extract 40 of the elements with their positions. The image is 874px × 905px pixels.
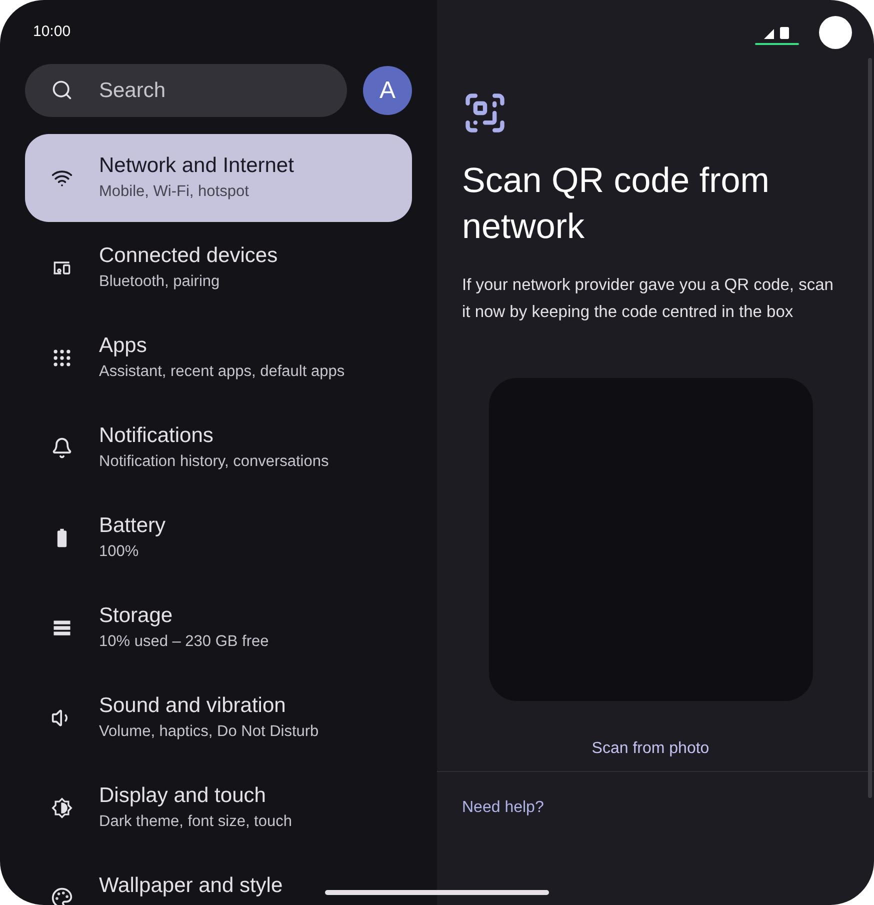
item-title: Connected devices [99, 243, 278, 269]
item-subtitle: Volume, haptics, Do Not Disturb [99, 722, 319, 742]
item-title: Wallpaper and style [99, 873, 283, 899]
item-title: Apps [99, 333, 148, 359]
settings-item[interactable]: Battery 100% [25, 494, 412, 582]
search-icon [51, 79, 73, 101]
item-subtitle: Notification history, conversations [99, 452, 329, 472]
grid-icon [51, 347, 73, 369]
item-subtitle: 100% [99, 542, 140, 562]
scan-from-photo-link[interactable]: Scan from photo [592, 737, 710, 761]
panel-title: Scan QR code from network [462, 160, 770, 248]
settings-item[interactable]: Connected devices Bluetooth, pairing [25, 224, 412, 312]
item-subtitle: Bluetooth, pairing [99, 272, 221, 292]
item-subtitle: Assistant, recent apps, default apps [99, 362, 345, 382]
help-link[interactable]: Need help? [462, 796, 544, 820]
item-title: Sound and vibration [99, 693, 287, 719]
item-subtitle: 10% used – 230 GB free [99, 632, 269, 652]
home-indicator[interactable] [325, 890, 549, 895]
panel-description: If your network provider gave you a QR code, scan it now by keeping the code centred in the box [462, 275, 834, 323]
status-time: 10:00 [33, 22, 71, 42]
settings-item[interactable]: Network and Internet Mobile, Wi-Fi, hotspot [25, 134, 412, 222]
settings-item[interactable]: Storage 10% used – 230 GB free [25, 584, 412, 672]
item-subtitle: Dark theme, font size, touch [99, 812, 292, 832]
item-title: Battery [99, 513, 166, 539]
settings-item[interactable]: Wallpaper and style [25, 854, 412, 905]
settings-item[interactable]: Sound and vibration Volume, haptics, Do Not Disturb [25, 674, 412, 762]
item-title: Notifications [99, 423, 214, 449]
settings-item[interactable]: Apps Assistant, recent apps, default apps [25, 314, 412, 402]
item-title: Network and Internet [99, 153, 294, 179]
palette-icon [51, 887, 73, 905]
search-field[interactable]: Search [25, 64, 347, 117]
account-avatar[interactable]: A [363, 66, 412, 115]
settings-item[interactable]: Display and touch Dark theme, font size, touch [25, 764, 412, 852]
item-subtitle: Mobile, Wi-Fi, hotspot [99, 182, 250, 202]
camera-cutout [819, 16, 852, 48]
item-title: Storage [99, 603, 174, 629]
bell-icon [51, 437, 73, 459]
brightness-icon [51, 797, 73, 819]
item-title: Display and touch [99, 783, 267, 809]
settings-item[interactable]: Notifications Notification history, conversations [25, 404, 412, 492]
